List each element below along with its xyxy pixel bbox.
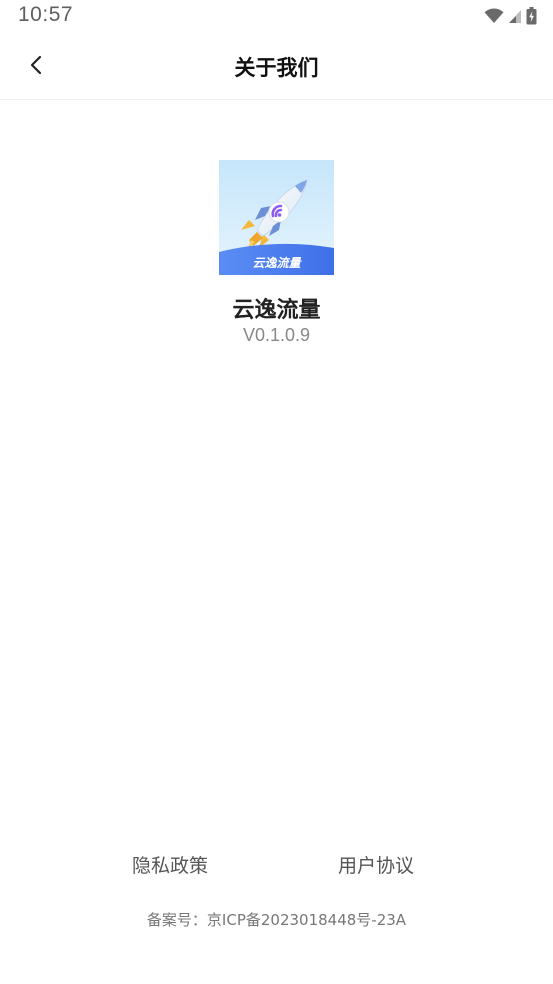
cell-signal-icon xyxy=(508,9,522,24)
app-logo: 云逸流量 xyxy=(219,160,334,275)
page-title: 关于我们 xyxy=(234,56,319,80)
footer-links: 隐私政策 用户协议 xyxy=(0,851,553,877)
logo-caption: 云逸流量 xyxy=(252,256,302,270)
app-version: V0.1.0.9 xyxy=(242,325,311,345)
user-agreement-link[interactable]: 用户协议 xyxy=(338,851,414,878)
status-time: 10:57 xyxy=(18,3,74,26)
nav-bar: 关于我们 xyxy=(0,34,553,100)
status-icons xyxy=(484,6,537,26)
status-bar: 10:57 xyxy=(0,0,553,34)
battery-charging-icon xyxy=(526,7,537,25)
about-us-screen: 10:57 关于我们 云逸流量 云逸流量 V0.1.0.9 隐私政策 用户协议 … xyxy=(0,0,553,984)
app-name: 云逸流量 xyxy=(232,298,321,323)
wifi-icon xyxy=(484,8,504,24)
privacy-policy-link[interactable]: 隐私政策 xyxy=(132,851,208,878)
icp-record-text: 备案号：京ICP备2023018448号-23A xyxy=(146,911,407,929)
